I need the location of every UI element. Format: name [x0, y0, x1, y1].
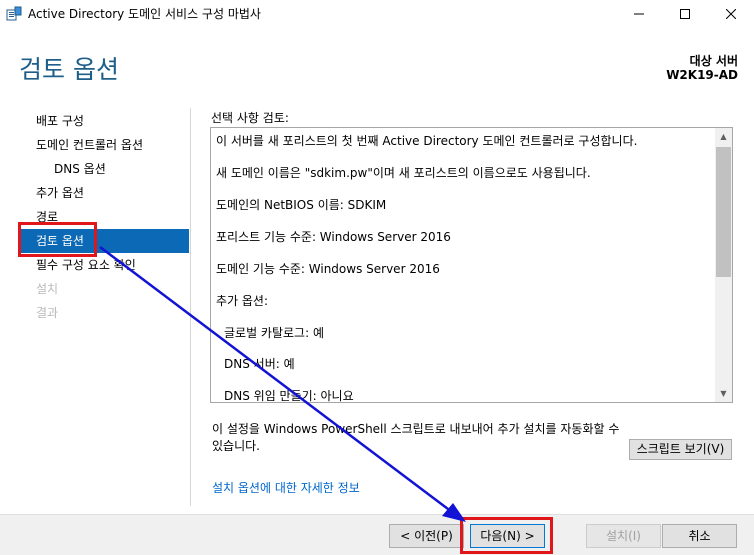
review-line: 새 도메인 이름은 "sdkim.pw"이며 새 포리스트의 이름으로도 사용됩…	[216, 166, 591, 180]
cancel-button[interactable]: 취소	[662, 524, 737, 548]
close-icon	[726, 9, 736, 19]
close-button[interactable]	[708, 0, 754, 28]
target-server-name: W2K19-AD	[666, 68, 738, 82]
view-script-button[interactable]: 스크립트 보기(V)	[629, 439, 732, 460]
nav-item-installation: 설치	[36, 282, 59, 296]
scroll-down-icon[interactable]: ▼	[715, 385, 732, 402]
review-line: 추가 옵션:	[216, 294, 269, 308]
nav-divider	[190, 108, 191, 506]
nav-item-additional-options[interactable]: 추가 옵션	[18, 181, 189, 205]
export-script-description: 이 설정을 Windows PowerShell 스크립트로 내보내어 추가 설…	[212, 422, 620, 453]
review-line: DNS 위임 만들기: 아니요	[224, 389, 354, 403]
scroll-thumb[interactable]	[716, 147, 731, 277]
maximize-icon	[680, 9, 690, 19]
install-button: 설치(I)	[586, 524, 661, 548]
review-line: 도메인 기능 수준: Windows Server 2016	[216, 262, 440, 276]
annotation-highlight-next-button	[460, 517, 553, 554]
page-title: 검토 옵션	[19, 55, 119, 84]
review-line: 도메인의 NetBIOS 이름: SDKIM	[216, 198, 387, 212]
ad-wizard-app-icon	[6, 6, 22, 22]
minimize-button[interactable]	[616, 0, 662, 28]
target-server-label: 대상 서버	[689, 54, 738, 68]
review-line: DNS 서버: 예	[224, 357, 295, 371]
more-info-link[interactable]: 설치 옵션에 대한 자세한 정보	[212, 479, 360, 496]
nav-item-results: 결과	[36, 306, 59, 320]
nav-item-deployment-config[interactable]: 배포 구성	[18, 109, 189, 133]
review-line: 글로벌 카탈로그: 예	[224, 326, 324, 340]
review-line: 이 서버를 새 포리스트의 첫 번째 Active Directory 도메인 …	[216, 134, 638, 148]
review-line: 포리스트 기능 수준: Windows Server 2016	[216, 230, 451, 244]
window-title: Active Directory 도메인 서비스 구성 마법사	[28, 7, 261, 21]
previous-button[interactable]: < 이전(P)	[389, 524, 464, 548]
review-selections-textbox[interactable]: 이 서버를 새 포리스트의 첫 번째 Active Directory 도메인 …	[210, 127, 733, 403]
maximize-button[interactable]	[662, 0, 708, 28]
review-scrollbar[interactable]: ▲ ▼	[715, 128, 732, 402]
minimize-icon	[634, 13, 644, 15]
nav-item-dc-options[interactable]: 도메인 컨트롤러 옵션	[18, 133, 189, 157]
annotation-highlight-review-nav	[18, 222, 97, 257]
review-selections-label: 선택 사항 검토:	[211, 111, 289, 125]
scroll-up-icon[interactable]: ▲	[715, 128, 732, 145]
nav-item-dns-options[interactable]: DNS 옵션	[18, 157, 189, 181]
